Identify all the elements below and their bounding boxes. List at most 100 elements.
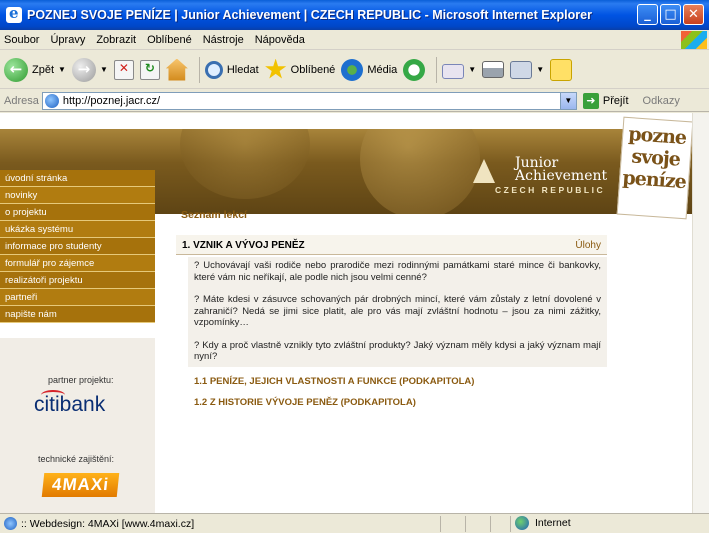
subchapter-link-1[interactable]: 1.1 PENÍZE, JEJICH VLASTNOSTI A FUNKCE (… bbox=[194, 376, 474, 387]
ie-icon bbox=[6, 4, 22, 23]
history-icon[interactable] bbox=[403, 58, 426, 81]
address-url[interactable]: http://poznej.jacr.cz/ bbox=[63, 95, 160, 107]
nav-item-napiste-nam[interactable]: napište nám bbox=[0, 306, 155, 323]
links-button[interactable]: Odkazy bbox=[643, 95, 680, 107]
search-button[interactable]: Hledat bbox=[204, 60, 259, 79]
edit-dropdown-icon[interactable]: ▼ bbox=[536, 65, 544, 74]
status-divider bbox=[440, 516, 441, 532]
question-text: ? Máte kdesi v zásuvce schovaných pár dr… bbox=[194, 294, 601, 328]
page-viewport: Junior Achievement CZECH REPUBLIC pozne … bbox=[0, 113, 709, 513]
media-button[interactable]: Média bbox=[341, 58, 398, 81]
notes-icon[interactable] bbox=[550, 58, 573, 81]
lesson-title: 1. VZNIK A VÝVOJ PENĚZ bbox=[182, 240, 305, 251]
back-arrow-icon: ← bbox=[4, 57, 28, 82]
web-page: Junior Achievement CZECH REPUBLIC pozne … bbox=[0, 113, 694, 513]
question-text: ? Kdy a proč vlastně vznikly tyto zvlášt… bbox=[194, 339, 601, 363]
poznej-svoje-penize-stamp: pozne svoje peníze bbox=[616, 116, 694, 220]
coin-decoration bbox=[360, 129, 480, 214]
questions-box: ? Uchovávají vaši rodiče nebo prarodiče … bbox=[188, 257, 607, 367]
mail-dropdown-icon[interactable]: ▼ bbox=[468, 65, 476, 74]
media-label: Média bbox=[367, 63, 398, 76]
menu-oblibene[interactable]: Oblíbené bbox=[147, 34, 192, 46]
internet-globe-icon bbox=[515, 516, 529, 530]
site-nav: úvodní stránka novinky o projektu ukázka… bbox=[0, 170, 155, 323]
favorites-button[interactable]: Oblíbené bbox=[265, 58, 336, 81]
close-button[interactable]: ✕ bbox=[683, 4, 704, 25]
top-band bbox=[0, 113, 692, 129]
stamp-line: peníze bbox=[621, 166, 687, 194]
nav-item-partneri[interactable]: partneři bbox=[0, 289, 155, 306]
go-arrow-icon: ➜ bbox=[582, 92, 599, 109]
nav-item-o-projektu[interactable]: o projektu bbox=[0, 204, 155, 221]
citi-arc-icon bbox=[41, 390, 65, 400]
nav-item-realizatori[interactable]: realizátoři projektu bbox=[0, 272, 155, 289]
stop-icon[interactable]: ✕ bbox=[113, 59, 134, 80]
status-divider bbox=[490, 516, 491, 532]
go-label: Přejít bbox=[602, 94, 629, 107]
4maxi-logo[interactable]: 4MAXi bbox=[41, 473, 120, 497]
home-icon[interactable] bbox=[165, 58, 188, 81]
menu-bar: Soubor Úpravy Zobrazit Oblíbené Nástroje… bbox=[0, 30, 709, 50]
tech-label: technické zajištění: bbox=[38, 454, 115, 464]
menu-napoveda[interactable]: Nápověda bbox=[255, 34, 305, 46]
media-icon bbox=[341, 58, 364, 81]
back-button[interactable]: ← Zpět ▼ bbox=[4, 57, 66, 82]
forward-dropdown-icon[interactable]: ▼ bbox=[100, 65, 108, 74]
menu-soubor[interactable]: Soubor bbox=[4, 34, 39, 46]
back-dropdown-icon[interactable]: ▼ bbox=[58, 65, 66, 74]
nav-item-uvodni-stranka[interactable]: úvodní stránka bbox=[0, 170, 155, 187]
nav-item-novinky[interactable]: novinky bbox=[0, 187, 155, 204]
mail-icon[interactable] bbox=[442, 63, 465, 79]
citibank-logo[interactable]: citibank bbox=[34, 390, 105, 417]
address-bar: Adresa http://poznej.jacr.cz/ ▼ ➜ Přejít… bbox=[0, 90, 709, 112]
menu-upravy[interactable]: Úpravy bbox=[50, 34, 85, 46]
toolbar-separator bbox=[198, 56, 200, 83]
subchapter-link-2[interactable]: 1.2 Z HISTORIE VÝVOJE PENĚZ (PODKAPITOLA… bbox=[194, 397, 416, 408]
status-text: :: Webdesign: 4MAXi [www.4maxi.cz] bbox=[21, 517, 195, 530]
print-icon[interactable] bbox=[482, 61, 505, 78]
status-divider bbox=[510, 516, 511, 532]
page-icon bbox=[44, 93, 59, 108]
favorites-star-icon bbox=[265, 58, 287, 79]
vertical-scrollbar[interactable] bbox=[692, 113, 709, 513]
coin-decoration bbox=[180, 129, 310, 199]
search-icon bbox=[204, 60, 223, 79]
status-divider bbox=[465, 516, 466, 532]
lesson-header: 1. VZNIK A VÝVOJ PENĚZ Úlohy bbox=[176, 235, 607, 255]
question-text: ? Uchovávají vaši rodiče nebo prarodiče … bbox=[194, 260, 601, 283]
search-label: Hledat bbox=[226, 63, 259, 76]
menu-zobrazit[interactable]: Zobrazit bbox=[96, 34, 136, 46]
toolbar-separator bbox=[436, 56, 438, 83]
address-input[interactable]: http://poznej.jacr.cz/ ▼ bbox=[41, 91, 577, 110]
section-title: Seznam lekcí bbox=[181, 209, 247, 221]
window-title: POZNEJ SVOJE PENÍZE | Junior Achievement… bbox=[27, 8, 592, 22]
security-zone: Internet bbox=[515, 516, 571, 530]
go-button[interactable]: ➜ Přejít bbox=[582, 92, 629, 109]
edit-icon[interactable] bbox=[510, 60, 533, 79]
maximize-button[interactable]: □ bbox=[660, 4, 681, 25]
back-label: Zpět bbox=[32, 63, 55, 76]
nav-item-ukazka-systemu[interactable]: ukázka systému bbox=[0, 221, 155, 238]
logo-subtitle: CZECH REPUBLIC bbox=[495, 185, 606, 195]
browser-window: POZNEJ SVOJE PENÍZE | Junior Achievement… bbox=[0, 0, 709, 533]
status-bar: :: Webdesign: 4MAXi [www.4maxi.cz] Inter… bbox=[0, 513, 709, 533]
nav-item-informace-pro-studenty[interactable]: informace pro studenty bbox=[0, 238, 155, 255]
nav-item-formular[interactable]: formulář pro zájemce bbox=[0, 255, 155, 272]
address-label: Adresa bbox=[4, 94, 39, 107]
ja-triangle-icon bbox=[473, 159, 495, 183]
junior-achievement-logo[interactable]: Junior Achievement bbox=[473, 156, 608, 184]
title-bar: POZNEJ SVOJE PENÍZE | Junior Achievement… bbox=[0, 0, 709, 30]
favorites-label: Oblíbené bbox=[290, 63, 336, 76]
forward-button[interactable]: → ▼ bbox=[71, 57, 108, 82]
logo-line-2: Achievement bbox=[515, 168, 608, 184]
partner-label: partner projektu: bbox=[48, 375, 114, 385]
refresh-icon[interactable]: ↻ bbox=[139, 59, 160, 80]
tasks-link[interactable]: Úlohy bbox=[575, 240, 601, 251]
menu-nastroje[interactable]: Nástroje bbox=[203, 34, 244, 46]
address-dropdown-icon[interactable]: ▼ bbox=[559, 92, 576, 109]
forward-arrow-icon: → bbox=[71, 57, 96, 82]
windows-logo-icon bbox=[681, 31, 707, 49]
page-status-icon bbox=[4, 517, 17, 530]
toolbar: ← Zpět ▼ → ▼ ✕ ↻ Hledat Oblíbené Média ▼… bbox=[0, 51, 709, 89]
minimize-button[interactable]: _ bbox=[637, 4, 658, 25]
